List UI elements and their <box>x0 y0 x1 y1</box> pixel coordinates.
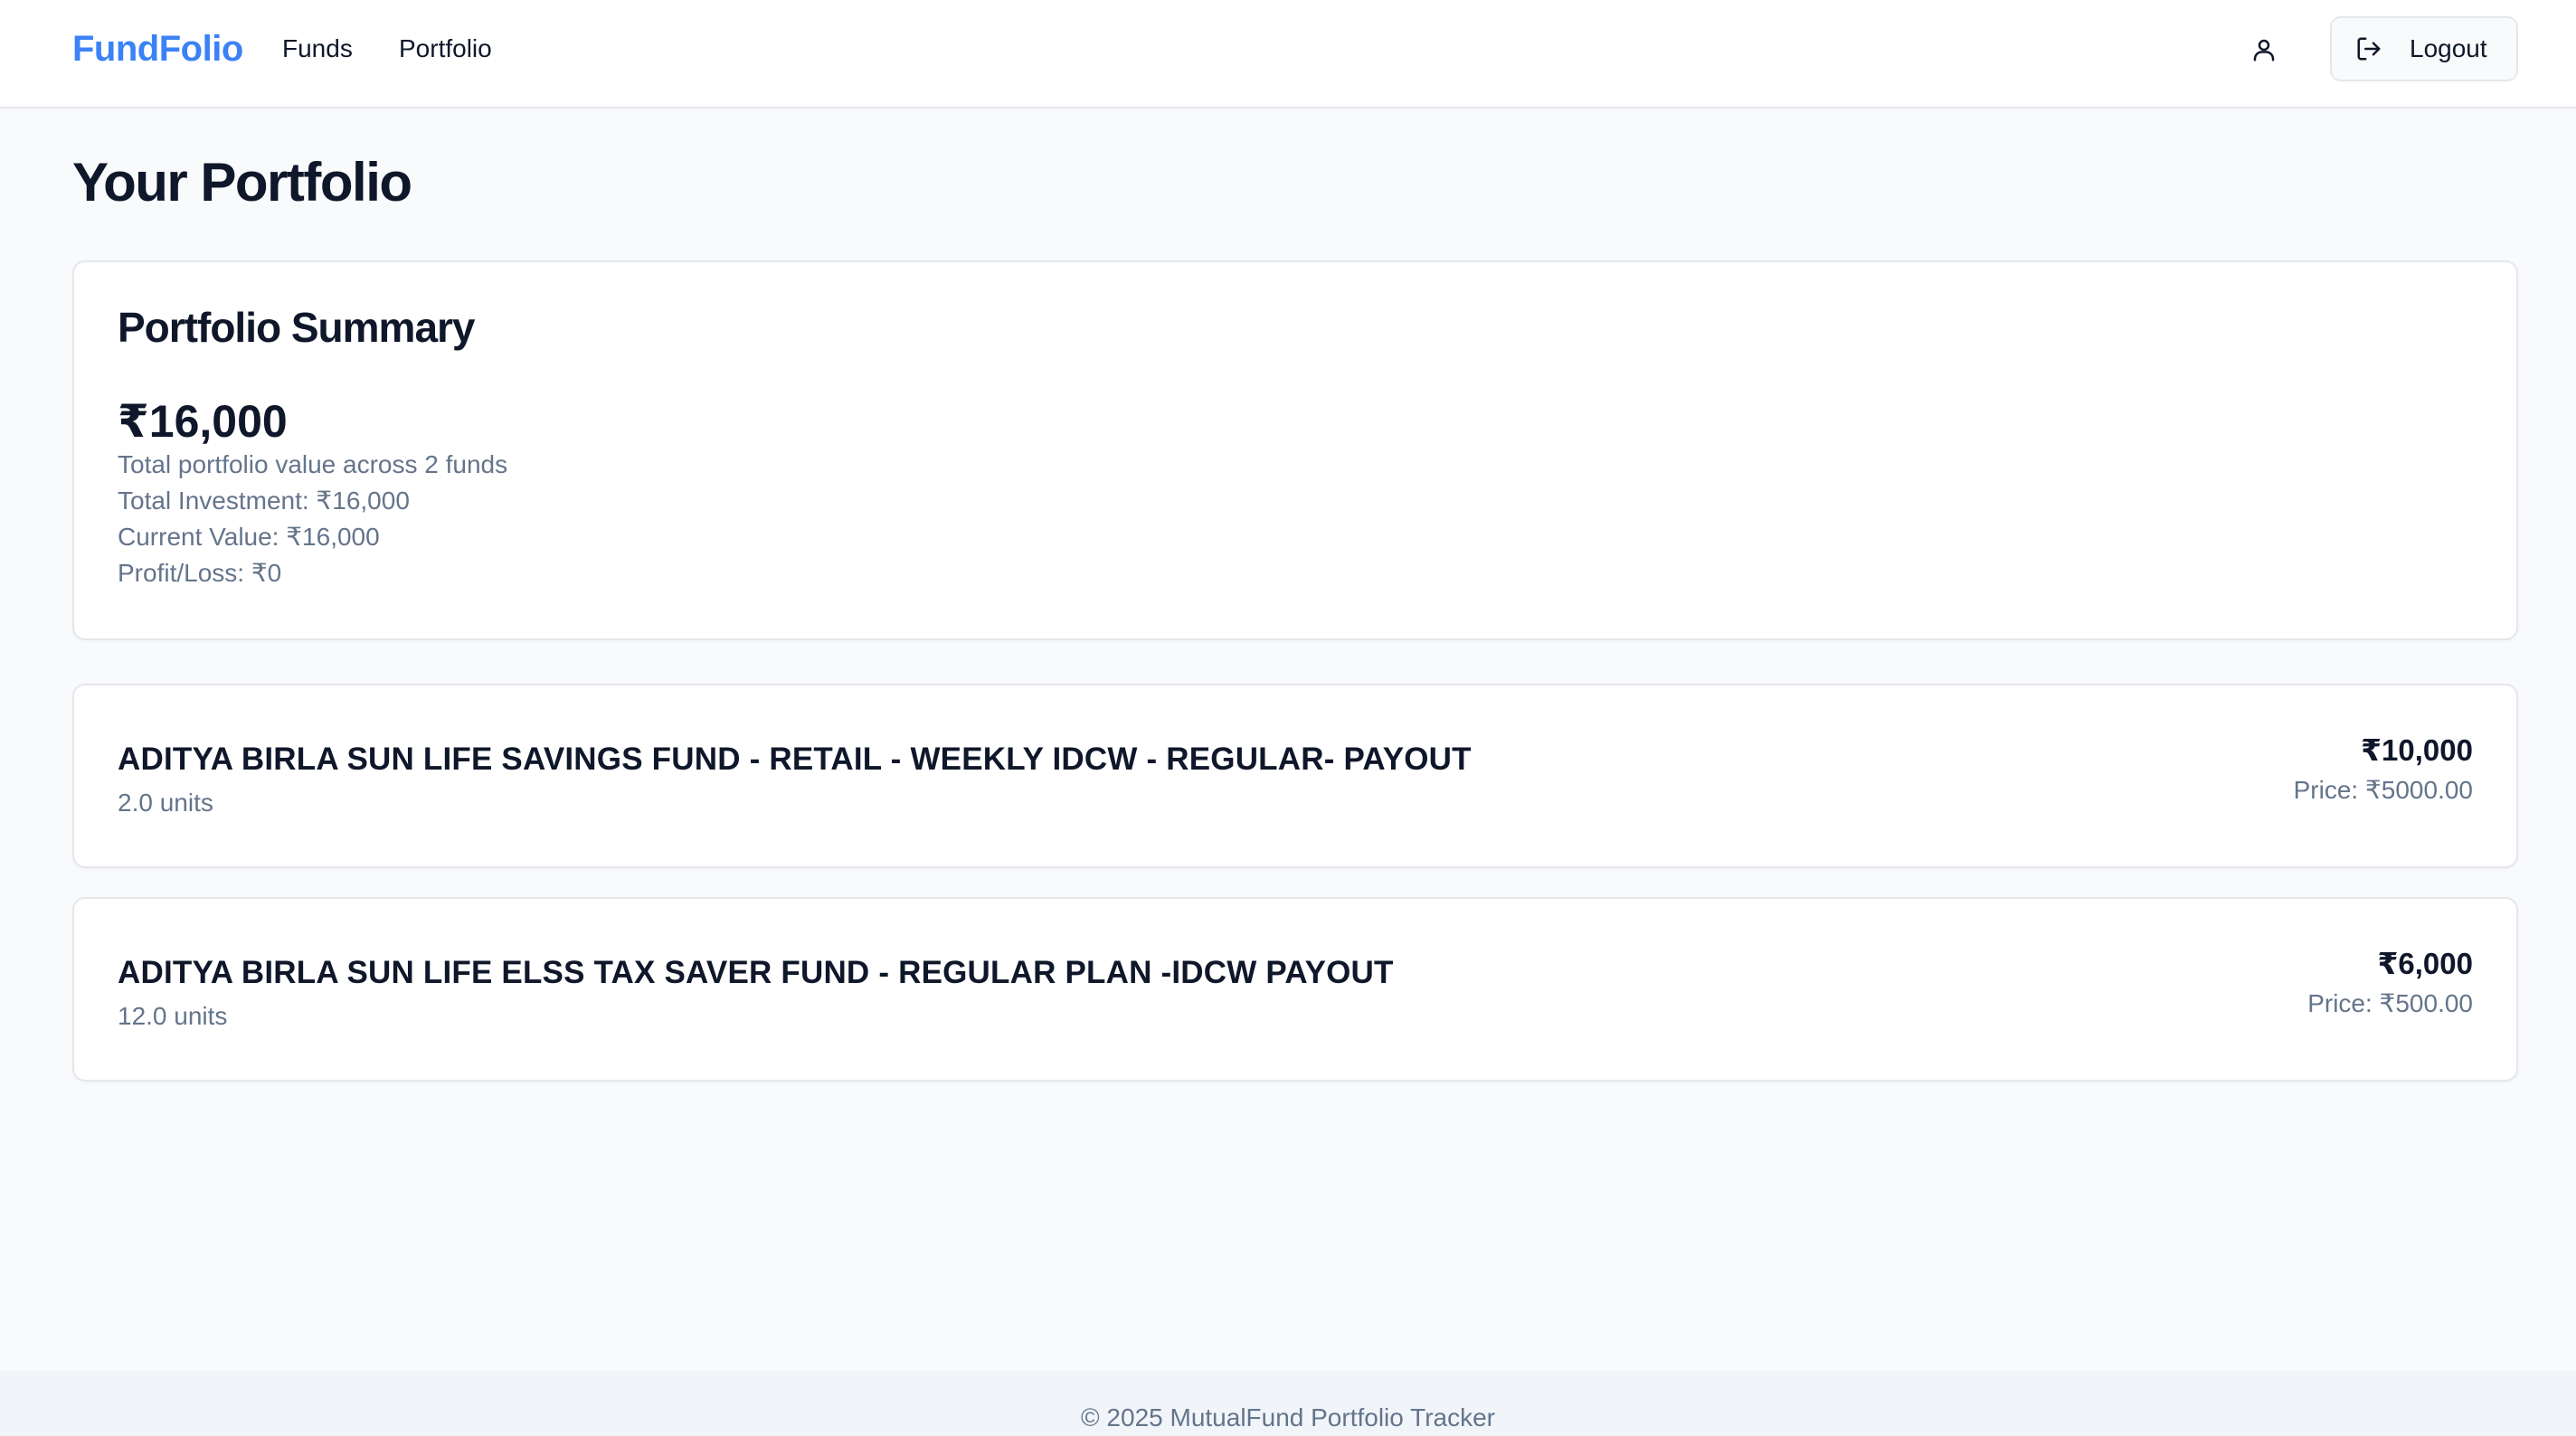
brand-logo[interactable]: FundFolio <box>72 27 243 71</box>
profit-loss: Profit/Loss: ₹0 <box>118 559 282 587</box>
fund-value: ₹10,000 <box>2361 733 2473 767</box>
page-title: Your Portfolio <box>72 152 412 213</box>
fund-name: ADITYA BIRLA SUN LIFE ELSS TAX SAVER FUN… <box>118 955 1394 990</box>
fund-price: Price: ₹500.00 <box>2307 989 2473 1017</box>
current-value: Current Value: ₹16,000 <box>118 523 380 551</box>
total-investment: Total Investment: ₹16,000 <box>118 487 410 515</box>
user-profile-button[interactable] <box>2241 27 2287 72</box>
user-icon <box>2253 39 2275 61</box>
page-footer: © 2025 MutualFund Portfolio Tracker <box>0 1371 2576 1436</box>
fund-units: 12.0 units <box>118 1002 228 1030</box>
fund-value: ₹6,000 <box>2377 947 2473 980</box>
top-navbar: FundFolio Funds Portfolio Logout <box>0 0 2576 109</box>
logout-icon <box>2357 37 2381 61</box>
summary-description: Total portfolio value across 2 funds <box>118 450 508 478</box>
logout-label: Logout <box>2410 34 2487 62</box>
holding-card[interactable]: ADITYA BIRLA SUN LIFE ELSS TAX SAVER FUN… <box>72 897 2518 1082</box>
nav-link-portfolio[interactable]: Portfolio <box>399 33 492 65</box>
nav-link-funds[interactable]: Funds <box>282 33 353 65</box>
fund-name: ADITYA BIRLA SUN LIFE SAVINGS FUND - RET… <box>118 742 1472 777</box>
fund-price: Price: ₹5000.00 <box>2293 776 2473 804</box>
holding-card[interactable]: ADITYA BIRLA SUN LIFE SAVINGS FUND - RET… <box>72 684 2518 868</box>
summary-title: Portfolio Summary <box>118 304 476 351</box>
fund-units: 2.0 units <box>118 789 213 817</box>
footer-copyright: © 2025 MutualFund Portfolio Tracker <box>1081 1403 1495 1431</box>
summary-total-value: ₹16,000 <box>118 396 288 447</box>
portfolio-summary-card: Portfolio Summary ₹16,000 Total portfoli… <box>72 260 2518 640</box>
logout-button[interactable]: Logout <box>2330 16 2518 81</box>
